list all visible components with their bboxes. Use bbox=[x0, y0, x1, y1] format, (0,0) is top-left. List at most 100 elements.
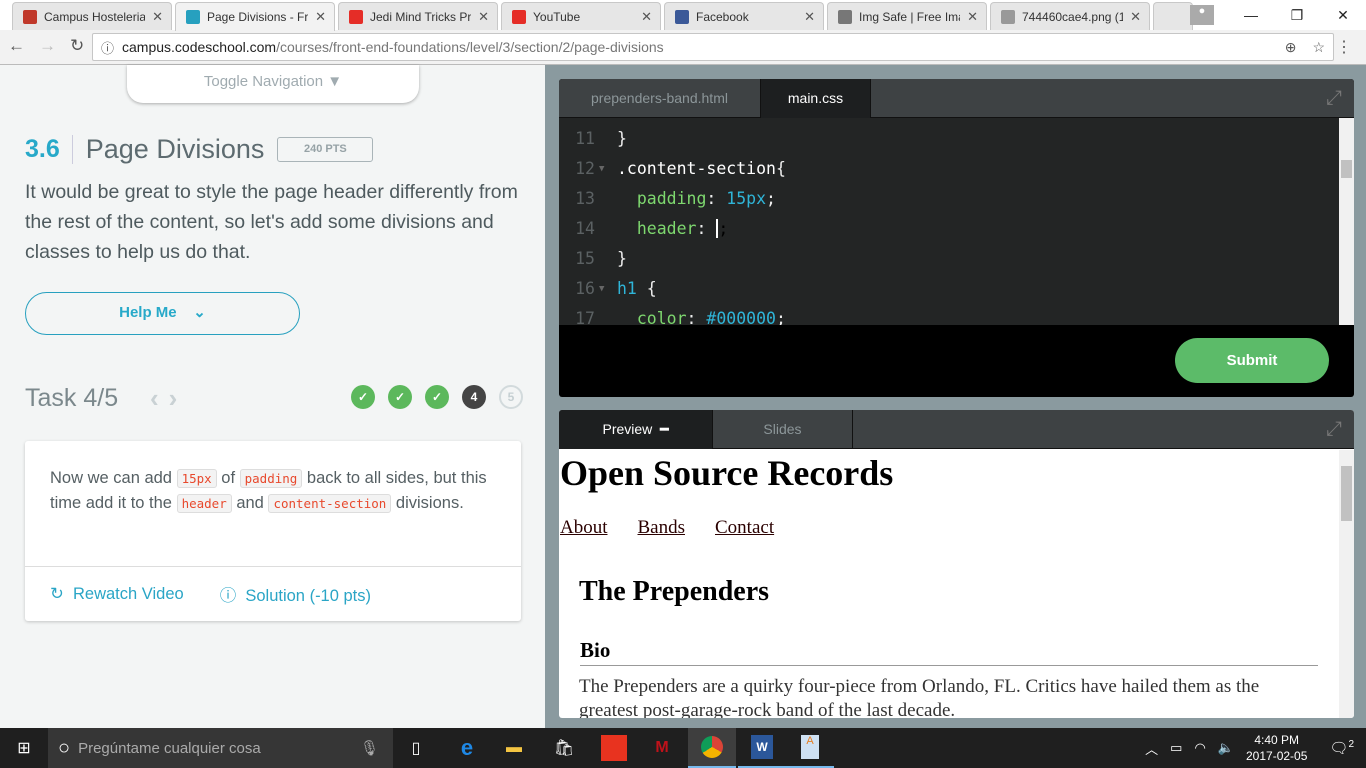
document-app-icon[interactable]: A bbox=[786, 728, 834, 768]
browser-tab[interactable]: Img Safe | Free Ima ✕ bbox=[827, 2, 987, 30]
submit-button[interactable]: Submit bbox=[1175, 338, 1329, 383]
battery-icon[interactable]: ▭ bbox=[1170, 740, 1182, 756]
tab-slides[interactable]: Slides bbox=[713, 410, 853, 449]
windows-start-icon[interactable]: ⊞ bbox=[0, 728, 48, 768]
url-input[interactable]: ⓘ campus.codeschool.com/courses/front-en… bbox=[92, 33, 1334, 61]
browser-tab[interactable]: YouTube ✕ bbox=[501, 2, 661, 30]
step-4[interactable]: 4 bbox=[462, 385, 486, 409]
code-token: .content-section bbox=[617, 159, 776, 178]
tab-preview[interactable]: Preview ━ bbox=[559, 410, 713, 449]
zoom-icon[interactable]: ⊕ bbox=[1285, 39, 1297, 56]
cortana-search-input[interactable]: ○ Pregúntame cualquier cosa 🎙 bbox=[48, 728, 393, 768]
step-complete-icon[interactable]: ✓ bbox=[351, 385, 375, 409]
system-tray: ︿ ▭ ◠ 🔈 4:40 PM 2017-02-05 🗨2 bbox=[1145, 728, 1366, 768]
browser-tab[interactable]: 744460cae4.png (1 ✕ bbox=[990, 2, 1150, 30]
code-token: } bbox=[617, 249, 627, 268]
code-line[interactable]: 12 ▼ .content-section{ bbox=[559, 154, 1339, 184]
close-window-button[interactable]: ✕ bbox=[1320, 7, 1366, 24]
browser-tab-title: YouTube bbox=[533, 9, 581, 24]
editor-scrollbar[interactable] bbox=[1339, 118, 1354, 325]
nav-link-about[interactable]: About bbox=[560, 517, 608, 539]
new-tab-button[interactable] bbox=[1153, 2, 1193, 30]
file-explorer-icon[interactable]: ▬ bbox=[490, 728, 538, 768]
file-icon bbox=[1001, 9, 1015, 24]
code-line[interactable]: 11} bbox=[559, 124, 1339, 154]
close-tab-icon[interactable]: ✕ bbox=[641, 9, 652, 25]
profile-icon[interactable]: ● bbox=[1190, 5, 1214, 25]
close-tab-icon[interactable]: ✕ bbox=[1130, 9, 1141, 25]
code-line[interactable]: 15} bbox=[559, 244, 1339, 274]
menu-icon[interactable]: ⋮ bbox=[1336, 37, 1352, 57]
show-hidden-icons-icon[interactable]: ︿ bbox=[1145, 739, 1158, 758]
code-line[interactable]: 14 header: ; bbox=[559, 214, 1339, 244]
cortana-icon: ○ bbox=[58, 736, 71, 759]
minimize-icon[interactable]: ━ bbox=[660, 421, 668, 437]
toggle-navigation-button[interactable]: Toggle Navigation ▼ bbox=[127, 65, 419, 103]
task-view-icon[interactable]: ▯ bbox=[392, 728, 440, 768]
step-5[interactable]: 5 bbox=[499, 385, 523, 409]
bookmark-star-icon[interactable]: ☆ bbox=[1312, 39, 1325, 56]
browser-tab[interactable]: Page Divisions - Front ✕ bbox=[175, 2, 335, 31]
mcafee-icon[interactable]: M bbox=[638, 728, 686, 768]
nav-link-bands[interactable]: Bands bbox=[638, 517, 686, 539]
app-red-icon[interactable] bbox=[590, 728, 638, 768]
browser-tab-title: Jedi Mind Tricks Pre bbox=[370, 9, 472, 24]
task-card: Now we can add 15px of padding back to a… bbox=[25, 441, 521, 621]
prev-task-icon[interactable]: ‹ bbox=[150, 383, 169, 413]
code-token: header bbox=[636, 219, 697, 238]
rewatch-video-link[interactable]: ↻ Rewatch Video bbox=[50, 584, 184, 604]
forward-icon[interactable]: → bbox=[39, 36, 56, 56]
help-me-button[interactable]: Help Me ⌄ bbox=[25, 292, 300, 335]
task-instruction: Now we can add 15px of padding back to a… bbox=[50, 469, 487, 513]
browser-tab[interactable]: Facebook ✕ bbox=[664, 2, 824, 30]
code-line[interactable]: 16 ▼ h1 { bbox=[559, 274, 1339, 304]
step-complete-icon[interactable]: ✓ bbox=[425, 385, 449, 409]
code-brackets-icon bbox=[186, 10, 200, 24]
wifi-icon[interactable]: ◠ bbox=[1194, 740, 1205, 756]
browser-tab[interactable]: Campus Hosteleria ✕ bbox=[12, 2, 172, 30]
search-placeholder: Pregúntame cualquier cosa bbox=[78, 739, 261, 757]
step-complete-icon[interactable]: ✓ bbox=[388, 385, 412, 409]
code-line[interactable]: 13 padding: 15px; bbox=[559, 184, 1339, 214]
microphone-icon[interactable]: 🎙 bbox=[360, 739, 379, 757]
volume-icon[interactable]: 🔈 bbox=[1218, 740, 1234, 756]
code-header: header bbox=[176, 494, 232, 513]
tab-main-css[interactable]: main.css bbox=[761, 79, 871, 118]
chrome-icon[interactable] bbox=[688, 728, 736, 768]
nav-link-contact[interactable]: Contact bbox=[715, 517, 774, 539]
back-icon[interactable]: ← bbox=[8, 36, 25, 56]
minimize-button[interactable]: — bbox=[1228, 7, 1274, 23]
reload-icon[interactable]: ↻ bbox=[70, 36, 84, 56]
edge-icon[interactable]: e bbox=[443, 728, 491, 768]
word-icon[interactable]: W bbox=[738, 728, 786, 768]
expand-icon[interactable]: ⤢ bbox=[1326, 87, 1342, 110]
info-icon[interactable]: ⓘ bbox=[101, 38, 114, 57]
code-token: : bbox=[696, 219, 717, 238]
close-tab-icon[interactable]: ✕ bbox=[804, 9, 815, 25]
tab-prependers-band-html[interactable]: prependers-band.html bbox=[559, 79, 761, 118]
close-tab-icon[interactable]: ✕ bbox=[478, 9, 489, 25]
fold-arrow-icon[interactable]: ▼ bbox=[599, 274, 614, 304]
fold-arrow-icon[interactable]: ▼ bbox=[599, 154, 614, 184]
maximize-button[interactable]: ❐ bbox=[1274, 7, 1320, 24]
preview-scrollbar[interactable] bbox=[1339, 450, 1354, 718]
expand-icon[interactable]: ⤢ bbox=[1326, 418, 1342, 441]
close-tab-icon[interactable]: ✕ bbox=[967, 9, 978, 25]
clock[interactable]: 4:40 PM 2017-02-05 bbox=[1246, 732, 1307, 764]
close-tab-icon[interactable]: ✕ bbox=[315, 9, 326, 25]
youtube-icon bbox=[512, 9, 526, 24]
browser-tab[interactable]: Jedi Mind Tricks Pre ✕ bbox=[338, 2, 498, 30]
store-icon[interactable]: 🛍 bbox=[540, 728, 588, 768]
preview-content: Open Source Records About Bands Contact … bbox=[559, 450, 1339, 718]
points-badge: 240 PTS bbox=[277, 136, 374, 162]
notifications-icon[interactable]: 🗨2 bbox=[1329, 739, 1354, 757]
next-task-icon[interactable]: › bbox=[169, 383, 188, 413]
chevron-down-icon: ⌄ bbox=[193, 304, 206, 321]
code-editor-panel: prependers-band.html main.css ⤢ 11} 12 ▼ .c… bbox=[559, 79, 1354, 397]
browser-tab-strip: Campus Hosteleria✕Page Divisions - Front… bbox=[0, 0, 1366, 31]
code-line[interactable]: 17 color: #000000; bbox=[559, 304, 1339, 325]
solution-link[interactable]: ⓘ Solution (-10 pts) bbox=[220, 582, 371, 606]
code-area[interactable]: 11} 12 ▼ .content-section{13 padding: 15px;… bbox=[559, 118, 1339, 325]
close-tab-icon[interactable]: ✕ bbox=[152, 9, 163, 25]
